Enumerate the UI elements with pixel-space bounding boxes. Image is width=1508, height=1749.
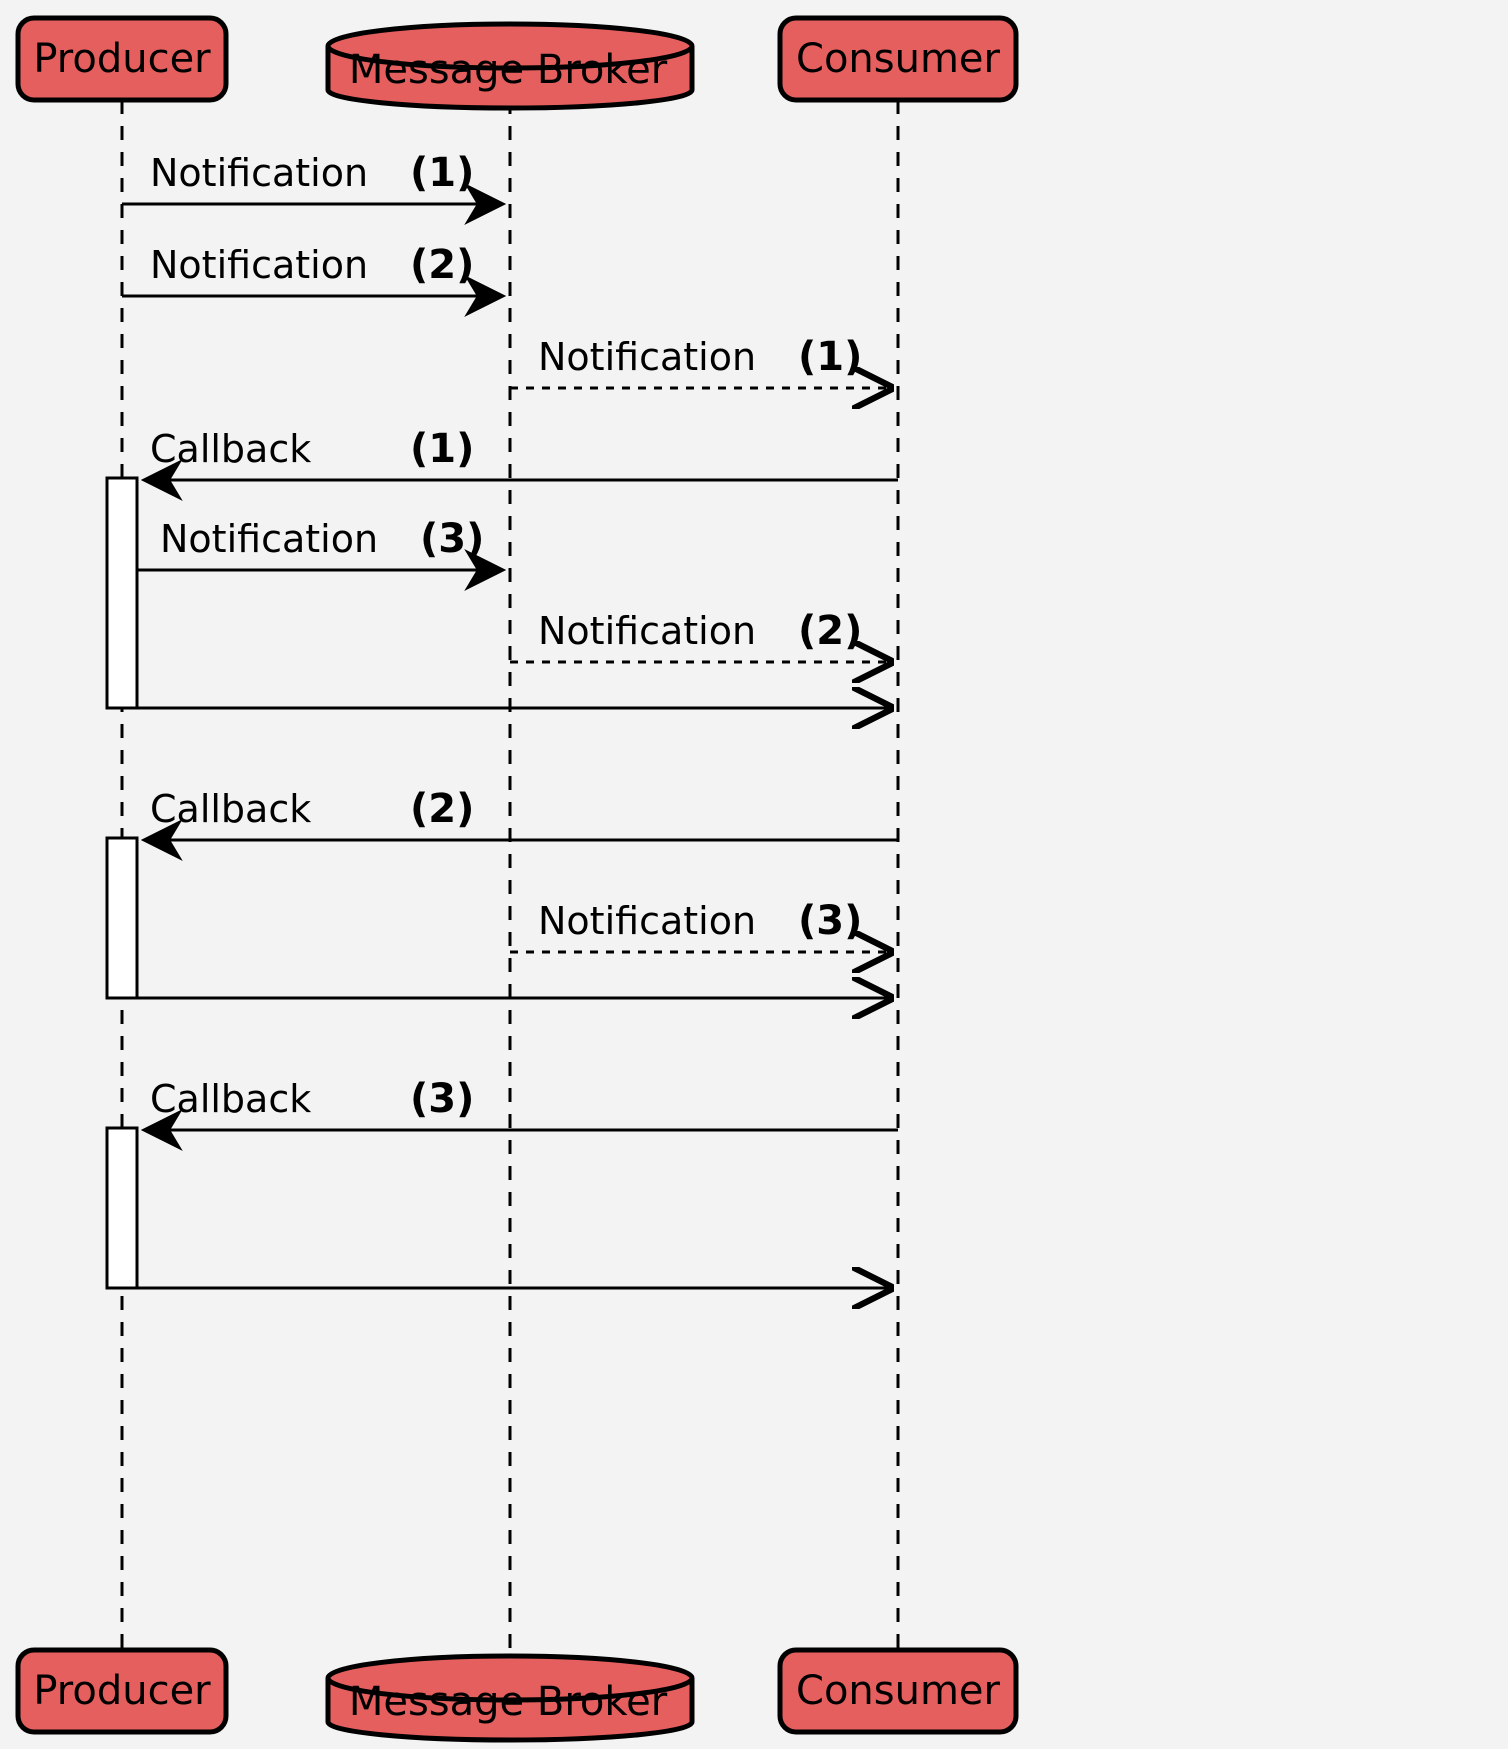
svg-text:Notification: Notification bbox=[538, 335, 756, 379]
message-notification-3-to-consumer: Notification (3) bbox=[510, 898, 890, 952]
message-notification-2-to-consumer: Notification (2) bbox=[510, 608, 890, 662]
svg-text:Callback: Callback bbox=[150, 1077, 311, 1121]
participant-consumer-label: Consumer bbox=[796, 36, 1001, 82]
activation-producer-2 bbox=[107, 838, 137, 998]
message-callback-2: Callback (2) bbox=[145, 786, 898, 840]
svg-text:(1): (1) bbox=[410, 150, 474, 196]
svg-text:Notification: Notification bbox=[160, 517, 378, 561]
activation-producer-1 bbox=[107, 478, 137, 708]
message-notification-2-to-broker: Notification (2) bbox=[122, 242, 502, 296]
participant-consumer-top: Consumer bbox=[780, 18, 1016, 100]
svg-text:(2): (2) bbox=[410, 786, 474, 832]
svg-text:(2): (2) bbox=[798, 608, 862, 654]
svg-text:Notification: Notification bbox=[150, 243, 368, 287]
svg-text:Callback: Callback bbox=[150, 427, 311, 471]
participant-broker-label: Message Broker bbox=[349, 47, 668, 93]
participant-producer-label: Producer bbox=[33, 36, 211, 82]
activation-producer-3 bbox=[107, 1128, 137, 1288]
svg-text:Callback: Callback bbox=[150, 787, 311, 831]
participant-producer-top: Producer bbox=[18, 18, 226, 100]
participant-broker-top: Message Broker bbox=[328, 24, 692, 108]
svg-text:Consumer: Consumer bbox=[796, 1668, 1001, 1714]
svg-text:(1): (1) bbox=[798, 334, 862, 380]
svg-text:Notification: Notification bbox=[538, 609, 756, 653]
message-notification-3-to-broker: Notification (3) bbox=[137, 516, 502, 570]
svg-text:(3): (3) bbox=[420, 516, 484, 562]
participant-consumer-bottom: Consumer bbox=[780, 1650, 1016, 1732]
svg-text:Message Broker: Message Broker bbox=[349, 1679, 668, 1725]
svg-text:(3): (3) bbox=[798, 898, 862, 944]
message-callback-1: Callback (1) bbox=[145, 426, 898, 480]
svg-text:Producer: Producer bbox=[33, 1668, 211, 1714]
participant-producer-bottom: Producer bbox=[18, 1650, 226, 1732]
message-notification-1-to-broker: Notification (1) bbox=[122, 150, 502, 204]
message-notification-1-to-consumer: Notification (1) bbox=[510, 334, 890, 388]
svg-text:Notification: Notification bbox=[150, 151, 368, 195]
participant-broker-bottom: Message Broker bbox=[328, 1656, 692, 1740]
svg-text:(3): (3) bbox=[410, 1076, 474, 1122]
svg-text:(2): (2) bbox=[410, 242, 474, 288]
message-callback-3: Callback (3) bbox=[145, 1076, 898, 1130]
svg-text:(1): (1) bbox=[410, 426, 474, 472]
svg-text:Notification: Notification bbox=[538, 899, 756, 943]
